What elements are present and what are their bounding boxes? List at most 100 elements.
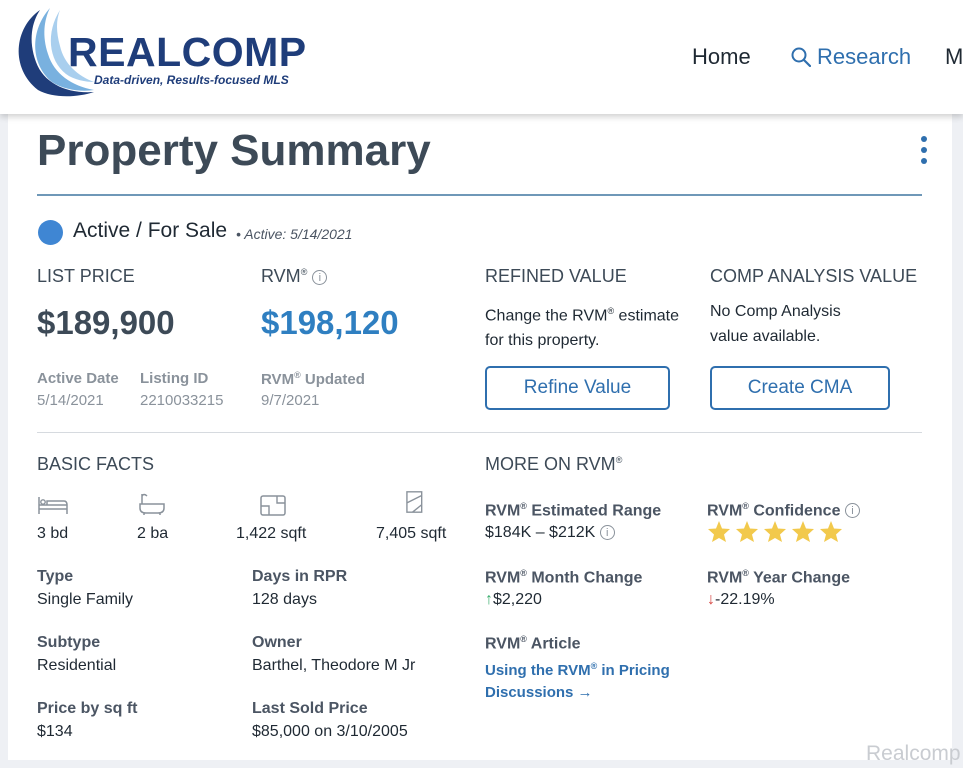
- comp-desc-line1: No Comp Analysis: [710, 303, 841, 320]
- arrow-right-icon: →: [573, 684, 593, 701]
- rvm-confidence-label: RVM® Confidence i: [707, 501, 860, 520]
- subtype-label: Subtype: [37, 634, 101, 651]
- days-in-rpr-label: Days in RPR: [252, 568, 348, 585]
- logo-tagline: Data-driven, Results-focused MLS: [94, 73, 289, 87]
- refined-desc-part: Change the RVM: [485, 307, 608, 325]
- basic-facts-label: BASIC FACTS: [37, 454, 155, 474]
- comp-desc-line2: value available.: [710, 328, 821, 345]
- rvm-text: RVM: [485, 569, 521, 587]
- reg-mark: ®: [520, 634, 527, 644]
- rvm-label: RVM® i: [261, 266, 328, 287]
- last-sold-label: Last Sold Price: [252, 700, 368, 717]
- listing-id-value: 2210033215: [140, 392, 224, 409]
- owner-label: Owner: [252, 634, 302, 651]
- rvm-value: $198,120: [261, 304, 399, 341]
- article-link-line2: Discussions: [485, 684, 574, 701]
- last-sold-date: on 3/10/2005: [309, 723, 408, 740]
- rvm-updated-label: RVM® Updated: [261, 370, 365, 388]
- rvm-text: RVM: [485, 502, 521, 520]
- title-divider: [37, 194, 922, 196]
- more-on-rvm-text: MORE ON RVM: [485, 454, 616, 474]
- arrow-up-icon: ↑: [485, 591, 493, 608]
- status-dot-icon: [38, 220, 63, 245]
- more-options-icon[interactable]: [918, 136, 930, 166]
- nav-research[interactable]: Research: [791, 44, 911, 70]
- sqft-value: 1,422 sqft: [236, 525, 307, 542]
- star-icon: [819, 520, 843, 548]
- star-icon: [735, 520, 759, 548]
- rvm-confidence-label-text: Confidence: [748, 502, 841, 520]
- comp-analysis-label: COMP ANALYSIS VALUE: [710, 266, 918, 286]
- reg-mark: ®: [742, 568, 749, 578]
- nav-research-label: Research: [817, 44, 912, 69]
- watermark: Realcomp: [866, 742, 961, 765]
- logo-text: REALCOMP: [68, 29, 307, 75]
- rvm-year-label-text: Year Change: [748, 569, 850, 587]
- top-navbar: REALCOMP Data-driven, Results-focused ML…: [0, 0, 963, 114]
- floor-area-icon: [260, 495, 286, 516]
- list-price-value: $189,900: [37, 304, 175, 341]
- days-in-rpr-value: 128 days: [252, 591, 317, 608]
- nav-home[interactable]: Home: [692, 44, 751, 70]
- rvm-label-text: RVM: [261, 266, 301, 286]
- arrow-down-icon: ↓: [707, 591, 715, 608]
- confidence-stars: [707, 520, 847, 548]
- bed-icon: [38, 497, 68, 514]
- comp-analysis-desc: No Comp Analysis value available.: [710, 299, 841, 349]
- star-icon: [791, 520, 815, 548]
- rvm-text: RVM: [485, 635, 521, 653]
- rvm-month-label-text: Month Change: [526, 569, 643, 587]
- search-icon: [791, 47, 812, 68]
- create-cma-button[interactable]: Create CMA: [710, 366, 890, 410]
- status-text: Active / For Sale: [73, 219, 228, 242]
- star-icon: [763, 520, 787, 548]
- type-label: Type: [37, 568, 74, 585]
- rvm-article-label: RVM® Article: [485, 634, 581, 653]
- year-change-text: -22.19%: [715, 591, 775, 608]
- rvm-year-change-value: ↓-22.19%: [707, 591, 775, 609]
- confidence-info-icon[interactable]: i: [844, 503, 860, 519]
- refined-value-label: REFINED VALUE: [485, 266, 627, 286]
- reg-mark: ®: [520, 501, 527, 511]
- property-summary-card: Property Summary Active / For Sale • Act…: [8, 114, 952, 760]
- last-sold-price: $85,000: [252, 723, 310, 740]
- nav-more[interactable]: M: [945, 44, 963, 70]
- reg-mark: ®: [742, 501, 749, 511]
- last-sold-value: $85,000 on 3/10/2005: [252, 723, 408, 741]
- realcomp-logo[interactable]: REALCOMP Data-driven, Results-focused ML…: [6, 6, 306, 98]
- lot-size-value: 7,405 sqft: [376, 525, 447, 542]
- article-link-part: Using the RVM: [485, 662, 591, 679]
- owner-value: Barthel, Theodore M Jr: [252, 657, 416, 674]
- baths-value: 2 ba: [137, 525, 169, 542]
- active-date-label: Active Date: [37, 370, 119, 387]
- refined-value-desc: Change the RVM® estimate for this propert…: [485, 299, 679, 353]
- rvm-info-icon[interactable]: i: [312, 270, 328, 285]
- range-info-icon[interactable]: i: [599, 525, 615, 540]
- price-per-sqft-label: Price by sq ft: [37, 700, 138, 717]
- listing-id-label: Listing ID: [140, 370, 209, 387]
- bathtub-icon: [139, 493, 165, 515]
- rvm-range-label: RVM® Estimated Range: [485, 501, 661, 520]
- refine-value-button[interactable]: Refine Value: [485, 366, 670, 410]
- rvm-text: RVM: [707, 569, 743, 587]
- refined-desc-line2: for this property.: [485, 332, 600, 350]
- status-active-date: • Active: 5/14/2021: [236, 226, 353, 242]
- rvm-month-change-value: ↑$2,220: [485, 591, 542, 609]
- list-price-label: LIST PRICE: [37, 266, 135, 286]
- star-icon: [707, 520, 731, 548]
- rvm-text: RVM: [261, 371, 295, 388]
- rvm-article-link[interactable]: Using the RVM® in Pricing Discussions →: [485, 655, 670, 704]
- reg-mark: ®: [520, 568, 527, 578]
- more-on-rvm-label: MORE ON RVM®: [485, 454, 622, 475]
- lot-size-icon: [406, 491, 423, 513]
- page-title: Property Summary: [37, 126, 431, 175]
- rvm-updated-value: 9/7/2021: [261, 392, 320, 409]
- article-link-part: in Pricing: [597, 662, 670, 679]
- rvm-year-change-label: RVM® Year Change: [707, 568, 850, 587]
- rvm-range-value: $184K – $212K i: [485, 524, 615, 542]
- reg-mark: ®: [615, 455, 623, 465]
- active-date-value: 5/14/2021: [37, 392, 104, 409]
- rvm-updated-label-text: Updated: [304, 371, 365, 388]
- reg-mark: ®: [300, 267, 308, 277]
- rvm-month-change-label: RVM® Month Change: [485, 568, 642, 587]
